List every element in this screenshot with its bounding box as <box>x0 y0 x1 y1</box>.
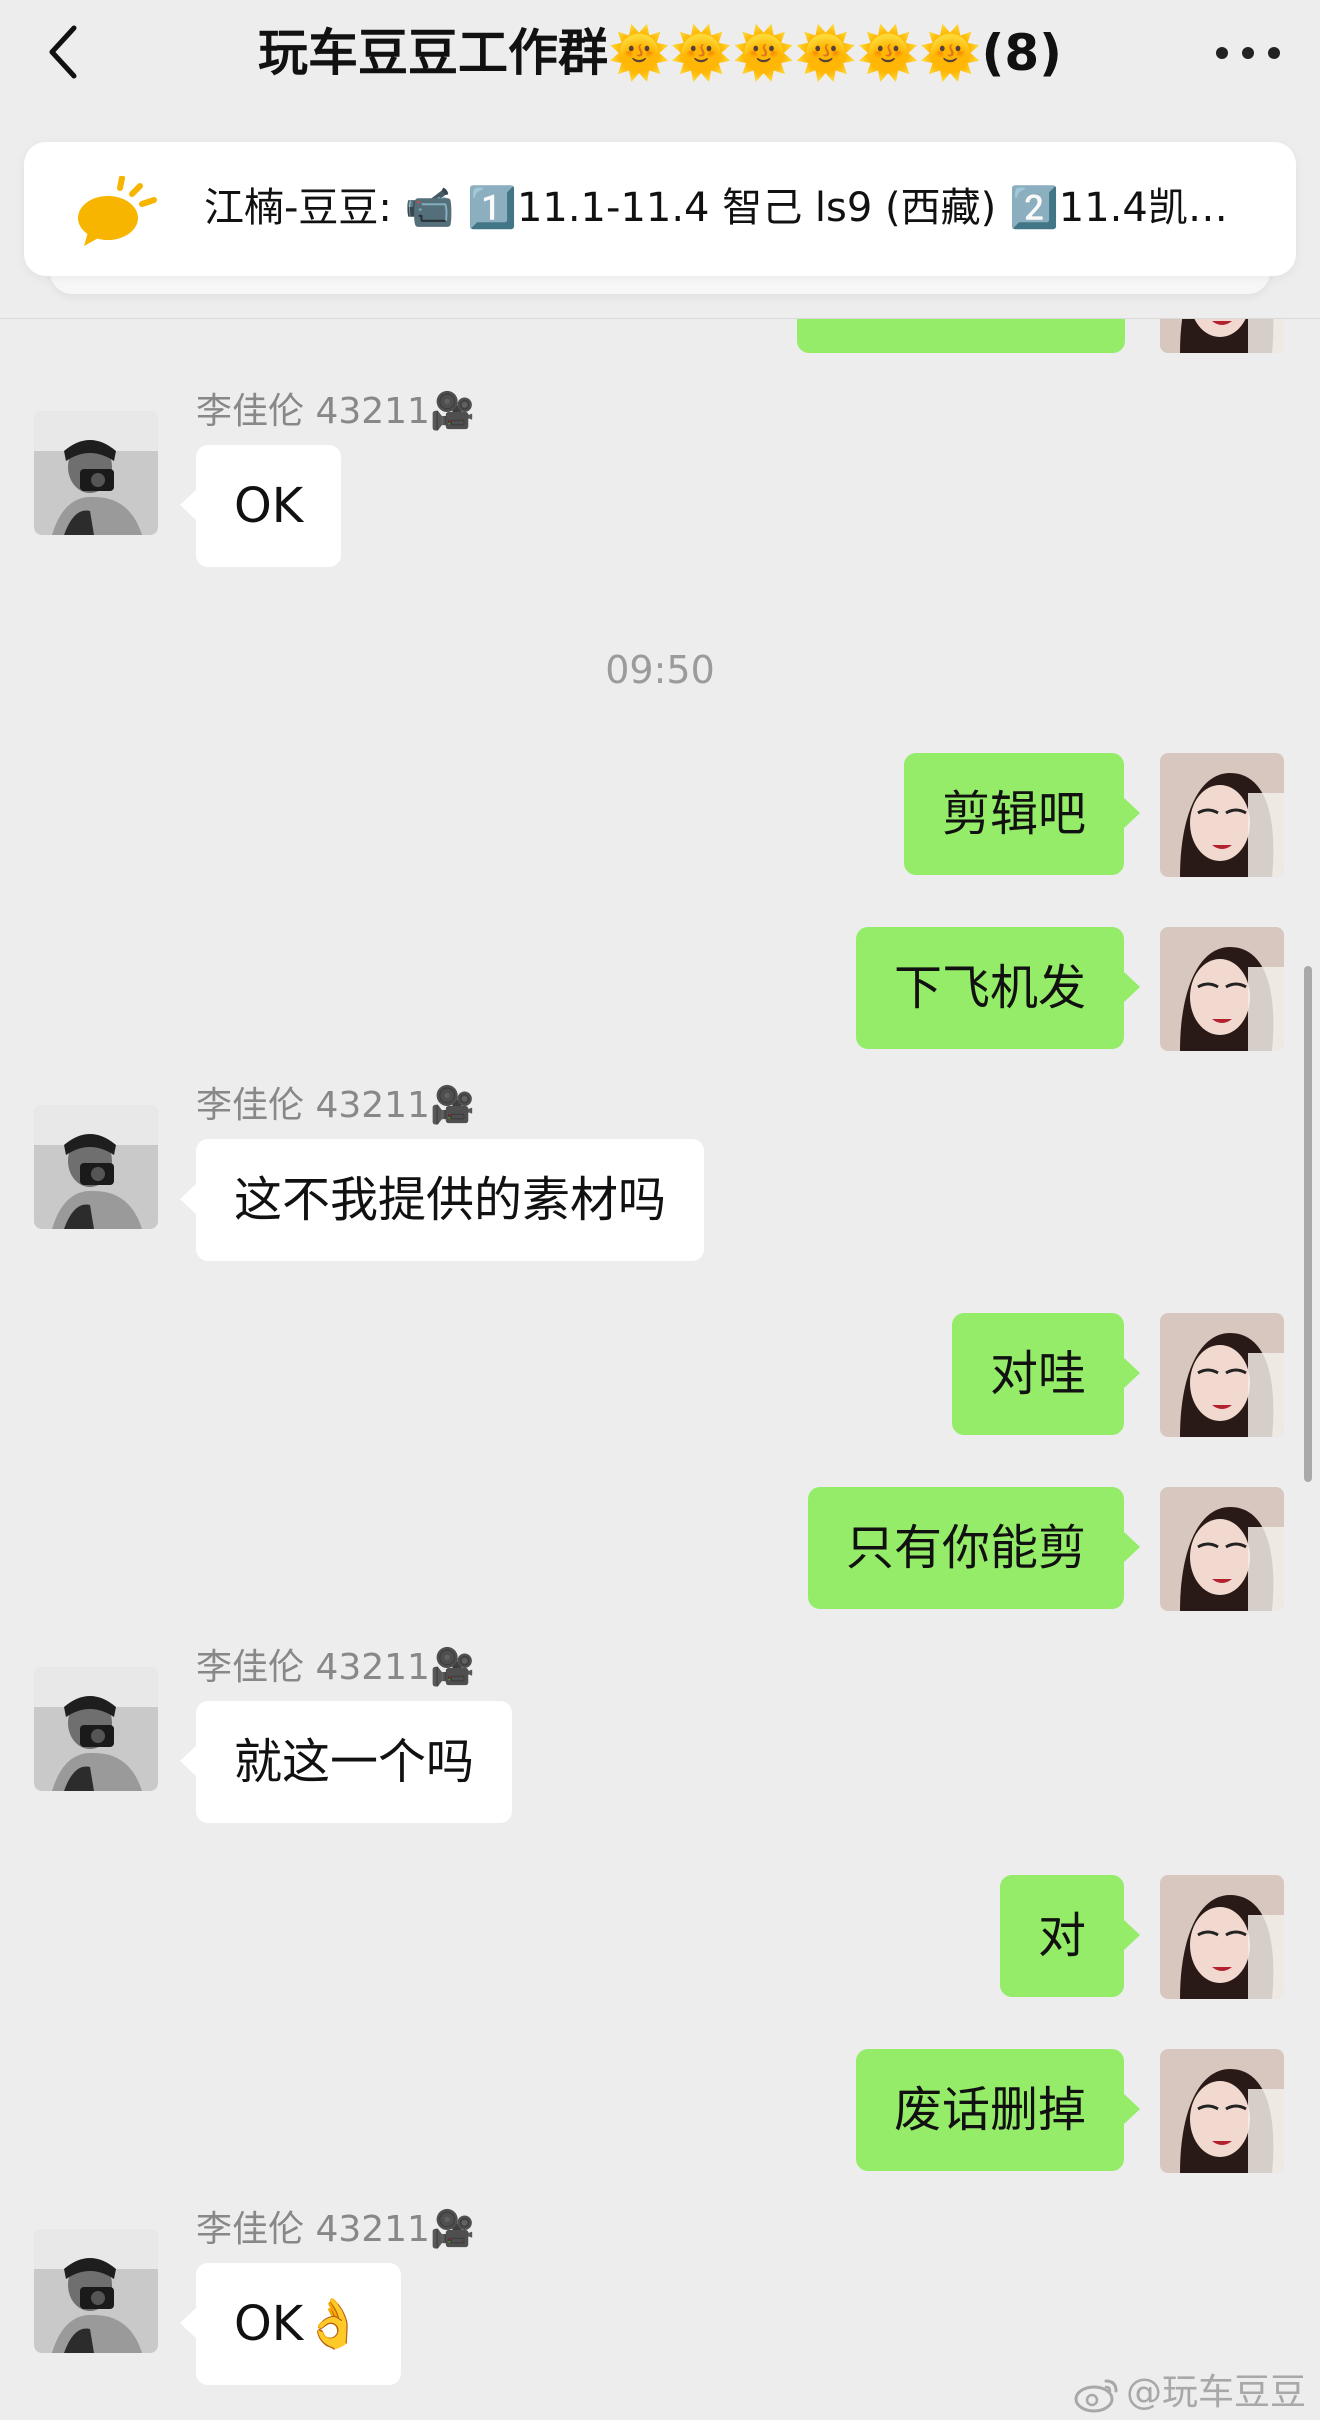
speech-bubble-sun-icon <box>74 175 168 248</box>
chat-title[interactable]: 玩车豆豆工作群🌞🌞🌞🌞🌞🌞(8) <box>150 18 1170 88</box>
sender-name: 李佳伦 43211🎥 <box>196 1085 475 1126</box>
more-options-button[interactable] <box>1216 28 1280 78</box>
avatar-self[interactable] <box>1160 1875 1284 1999</box>
message-bubble-outgoing[interactable]: 对哇 <box>951 1313 1141 1435</box>
pinned-message-text: 江楠-豆豆: 📹 1️⃣11.1-11.4 智己 ls9 (西藏) 2️⃣11.… <box>204 185 1256 231</box>
avatar-other[interactable] <box>34 411 158 535</box>
sender-name: 李佳伦 43211🎥 <box>196 1647 475 1688</box>
message-bubble-outgoing[interactable]: 对 <box>999 1875 1141 1997</box>
avatar-other[interactable] <box>34 1667 158 1791</box>
scrollbar[interactable] <box>1304 966 1312 1482</box>
chevron-left-icon <box>49 25 77 79</box>
sender-name: 李佳伦 43211🎥 <box>196 391 475 432</box>
avatar-self[interactable] <box>1160 1313 1284 1437</box>
watermark-text: @玩车豆豆 <box>1125 2372 1306 2413</box>
back-button[interactable] <box>40 20 90 84</box>
avatar-self[interactable] <box>1160 1487 1284 1611</box>
avatar-self[interactable] <box>1160 319 1284 353</box>
sender-name: 李佳伦 43211🎥 <box>196 2209 475 2250</box>
avatar-other[interactable] <box>34 2229 158 2353</box>
message-bubble-incoming[interactable]: 这不我提供的素材吗 <box>179 1139 705 1261</box>
message-bubble-incoming[interactable]: 就这一个吗 <box>179 1701 513 1823</box>
message-bubble-incoming[interactable]: OK <box>179 445 342 567</box>
chat-screen: 玩车豆豆工作群🌞🌞🌞🌞🌞🌞(8) 江楠-豆豆: 📹 1️⃣11.1-11.4 智… <box>0 0 1320 2420</box>
message-bubble-outgoing[interactable]: 下飞机发 <box>855 927 1141 1049</box>
avatar-self[interactable] <box>1160 927 1284 1051</box>
timestamp: 09:50 <box>605 648 715 692</box>
message-bubble-partial[interactable] <box>797 319 1125 353</box>
ellipsis-icon <box>1216 47 1228 59</box>
message-list[interactable]: 李佳伦 43211🎥 OK 09:50 剪辑吧 下飞机发 李佳伦 43211🎥 … <box>0 319 1320 2420</box>
message-bubble-outgoing[interactable]: 剪辑吧 <box>903 753 1141 875</box>
message-bubble-incoming[interactable]: OK👌 <box>179 2263 402 2385</box>
message-bubble-outgoing[interactable]: 废话删掉 <box>855 2049 1141 2171</box>
weibo-logo-icon <box>1074 2375 1120 2413</box>
avatar-self[interactable] <box>1160 753 1284 877</box>
watermark: @玩车豆豆 <box>1074 2369 1306 2417</box>
avatar-self[interactable] <box>1160 2049 1284 2173</box>
chat-header: 玩车豆豆工作群🌞🌞🌞🌞🌞🌞(8) <box>0 0 1320 110</box>
avatar-other[interactable] <box>34 1105 158 1229</box>
pinned-message-bar[interactable]: 江楠-豆豆: 📹 1️⃣11.1-11.4 智己 ls9 (西藏) 2️⃣11.… <box>24 142 1296 276</box>
message-bubble-outgoing[interactable]: 只有你能剪 <box>807 1487 1141 1609</box>
